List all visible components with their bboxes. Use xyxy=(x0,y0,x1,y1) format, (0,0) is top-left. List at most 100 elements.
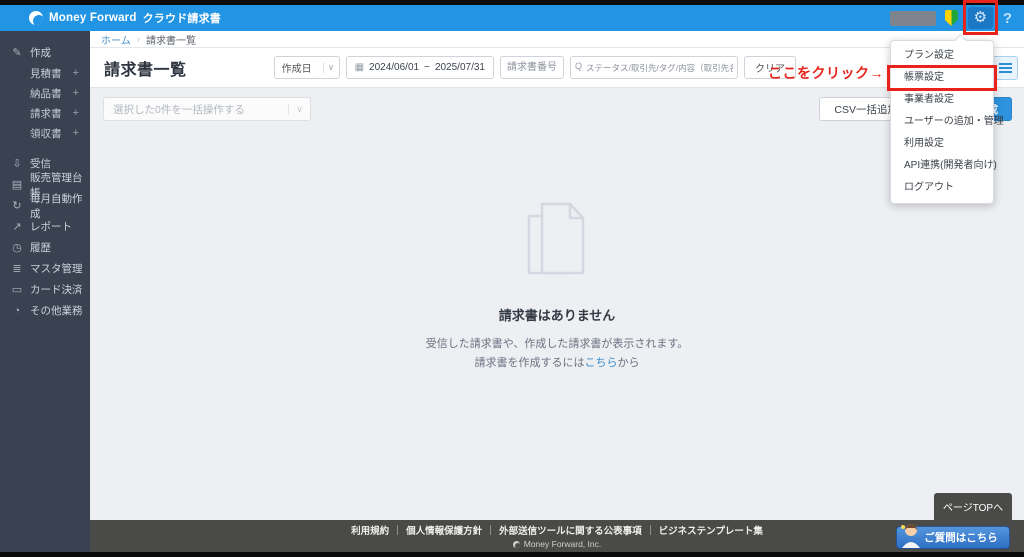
sidebar-item-create[interactable]: ✎ 作成 xyxy=(0,42,90,63)
app-window: Money Forward クラウド請求書 ⚙ ? ✎ 作成 見積書 + 納品書… xyxy=(0,0,1024,557)
footer: 利用規約 個人情報保護方針 外部送信ツールに関する公表事項 ビジネステンプレート… xyxy=(90,520,1024,552)
account-name-redacted xyxy=(890,11,936,26)
breadcrumb: ホーム › 請求書一覧 xyxy=(90,31,1024,48)
empty-state: 請求書はありません 受信した請求書や、作成した請求書が表示されます。 請求書を作… xyxy=(90,201,1024,372)
footer-separator xyxy=(490,525,491,535)
date-type-select[interactable]: 作成日 ∨ xyxy=(274,56,340,79)
page-title: 請求書一覧 xyxy=(104,56,187,80)
pencil-icon: ✎ xyxy=(10,46,24,59)
copyright-text: Money Forward, Inc. xyxy=(524,539,601,549)
inbox-icon: ⇩ xyxy=(10,157,24,170)
sidebar-item-label: 請求書 xyxy=(30,106,62,121)
main-content: ホーム › 請求書一覧 請求書一覧 作成日 ∨ ▦ 2024/06/01 ~ 2… xyxy=(90,31,1024,520)
sidebar-item-label: マスタ管理 xyxy=(30,261,83,276)
chevron-down-icon: ∨ xyxy=(288,104,310,115)
plus-icon[interactable]: + xyxy=(73,127,79,139)
filter-bar: 作成日 ∨ ▦ 2024/06/01 ~ 2025/07/31 Q クリア xyxy=(274,56,796,79)
date-to[interactable]: 2025/07/31 xyxy=(435,62,485,73)
invoice-number-input[interactable] xyxy=(500,56,564,79)
date-range-picker[interactable]: ▦ 2024/06/01 ~ 2025/07/31 xyxy=(346,56,494,79)
footer-link-external-tools[interactable]: 外部送信ツールに関する公表事項 xyxy=(499,523,642,537)
sidebar-item-label: 納品書 xyxy=(30,86,62,101)
misc-icon: ◔ xyxy=(10,305,24,317)
footer-link-privacy[interactable]: 個人情報保護方針 xyxy=(406,523,482,537)
menu-item-business-settings[interactable]: 事業者設定 xyxy=(891,89,993,111)
settings-gear-button[interactable]: ⚙ xyxy=(967,6,994,30)
menu-item-form-settings[interactable]: 帳票設定 xyxy=(891,67,993,89)
breadcrumb-home-link[interactable]: ホーム xyxy=(101,32,131,47)
search-field: Q xyxy=(570,56,738,79)
topbar: Money Forward クラウド請求書 ⚙ ? xyxy=(0,5,1024,31)
plus-icon[interactable]: + xyxy=(73,107,79,119)
sidebar-item-card-payment[interactable]: ▭ カード決済 xyxy=(0,279,90,300)
empty-state-title: 請求書はありません xyxy=(90,305,1024,324)
sidebar-item-label: 見積書 xyxy=(30,66,62,81)
chart-icon: ↗ xyxy=(10,220,24,233)
brand-name: Money Forward xyxy=(49,12,137,24)
sidebar-item-delivery-slip[interactable]: 納品書 + xyxy=(0,83,90,103)
moneyforward-logo-icon xyxy=(513,541,520,548)
bulk-action-select[interactable]: 選択した0件を一括操作する ∨ xyxy=(103,97,311,121)
sidebar-item-label: 領収書 xyxy=(30,126,62,141)
menu-item-user-management[interactable]: ユーザーの追加・管理 xyxy=(891,111,993,133)
view-toggle-button[interactable] xyxy=(992,56,1018,80)
create-here-link[interactable]: こちら xyxy=(585,357,618,369)
plus-icon[interactable]: + xyxy=(73,67,79,79)
footer-copyright: Money Forward, Inc. xyxy=(513,539,601,549)
sidebar-item-receipt[interactable]: 領収書 + xyxy=(0,123,90,143)
ledger-icon: ▤ xyxy=(10,178,24,191)
menu-item-logout[interactable]: ログアウト xyxy=(891,177,993,199)
sidebar-item-quote[interactable]: 見積書 + xyxy=(0,63,90,83)
sidebar-item-label: レポート xyxy=(30,219,72,234)
sidebar: ✎ 作成 見積書 + 納品書 + 請求書 + 領収書 + ⇩ 受信 ▤ 販売管理… xyxy=(0,31,90,552)
empty-line2-before: 請求書を作成するには xyxy=(475,357,585,369)
menu-item-plan-settings[interactable]: プラン設定 xyxy=(891,45,993,67)
menu-item-usage-settings[interactable]: 利用設定 xyxy=(891,133,993,155)
calendar-icon: ▦ xyxy=(355,62,364,73)
sidebar-item-other[interactable]: ◔ その他業務 xyxy=(0,300,90,321)
sidebar-item-label: 毎月自動作成 xyxy=(30,191,90,221)
empty-state-line1: 受信した請求書や、作成した請求書が表示されます。 xyxy=(90,335,1024,354)
mascot-icon xyxy=(900,522,920,548)
topbar-right: ⚙ ? xyxy=(890,6,1012,30)
question-button[interactable]: ご質問はこちら xyxy=(896,526,1010,549)
click-here-annotation: ここをクリック→ xyxy=(768,63,884,83)
plus-icon[interactable]: + xyxy=(73,87,79,99)
menu-item-api-integration[interactable]: API連携(開発者向け) xyxy=(891,155,993,177)
list-view-icon xyxy=(999,63,1012,73)
brand-product: クラウド請求書 xyxy=(143,10,221,26)
beginner-mark-icon[interactable] xyxy=(945,10,958,26)
sidebar-item-master[interactable]: ≣ マスタ管理 xyxy=(0,258,90,279)
page-top-button[interactable]: ページTOPへ xyxy=(934,493,1012,520)
sidebar-item-label: カード決済 xyxy=(30,282,83,297)
footer-link-templates[interactable]: ビジネステンプレート集 xyxy=(659,523,763,537)
clock-icon: ◷ xyxy=(10,241,24,254)
list-toolbar: 選択した0件を一括操作する ∨ CSV一括追加 請求書を作成 xyxy=(90,88,1024,121)
help-icon[interactable]: ? xyxy=(1003,10,1012,27)
brand[interactable]: Money Forward クラウド請求書 xyxy=(29,10,221,26)
sidebar-item-label: 作成 xyxy=(30,45,51,60)
footer-links: 利用規約 個人情報保護方針 外部送信ツールに関する公表事項 ビジネステンプレート… xyxy=(351,523,763,537)
menu-item-label: 帳票設定 xyxy=(904,72,944,83)
bulk-action-label: 選択した0件を一括操作する xyxy=(104,102,288,117)
sidebar-item-label: 履歴 xyxy=(30,240,51,255)
sidebar-item-invoice[interactable]: 請求書 + xyxy=(0,103,90,123)
letterbox-bottom xyxy=(0,552,1024,557)
footer-separator xyxy=(650,525,651,535)
settings-dropdown-menu: プラン設定 帳票設定 事業者設定 ユーザーの追加・管理 利用設定 API連携(開… xyxy=(890,40,994,204)
sidebar-item-history[interactable]: ◷ 履歴 xyxy=(0,237,90,258)
documents-icon xyxy=(522,201,592,281)
search-input[interactable] xyxy=(570,56,738,79)
footer-separator xyxy=(397,525,398,535)
gear-highlight-box xyxy=(963,0,998,35)
refresh-icon: ↻ xyxy=(10,199,24,212)
date-tilde: ~ xyxy=(424,62,430,73)
date-type-value: 作成日 xyxy=(275,60,323,75)
question-button-label: ご質問はこちら xyxy=(924,530,998,545)
moneyforward-logo-icon xyxy=(29,11,43,25)
footer-link-terms[interactable]: 利用規約 xyxy=(351,523,389,537)
empty-line2-after: から xyxy=(618,357,640,369)
sidebar-item-monthly-auto[interactable]: ↻ 毎月自動作成 xyxy=(0,195,90,216)
date-from[interactable]: 2024/06/01 xyxy=(369,62,419,73)
sidebar-item-label: その他業務 xyxy=(30,303,83,318)
